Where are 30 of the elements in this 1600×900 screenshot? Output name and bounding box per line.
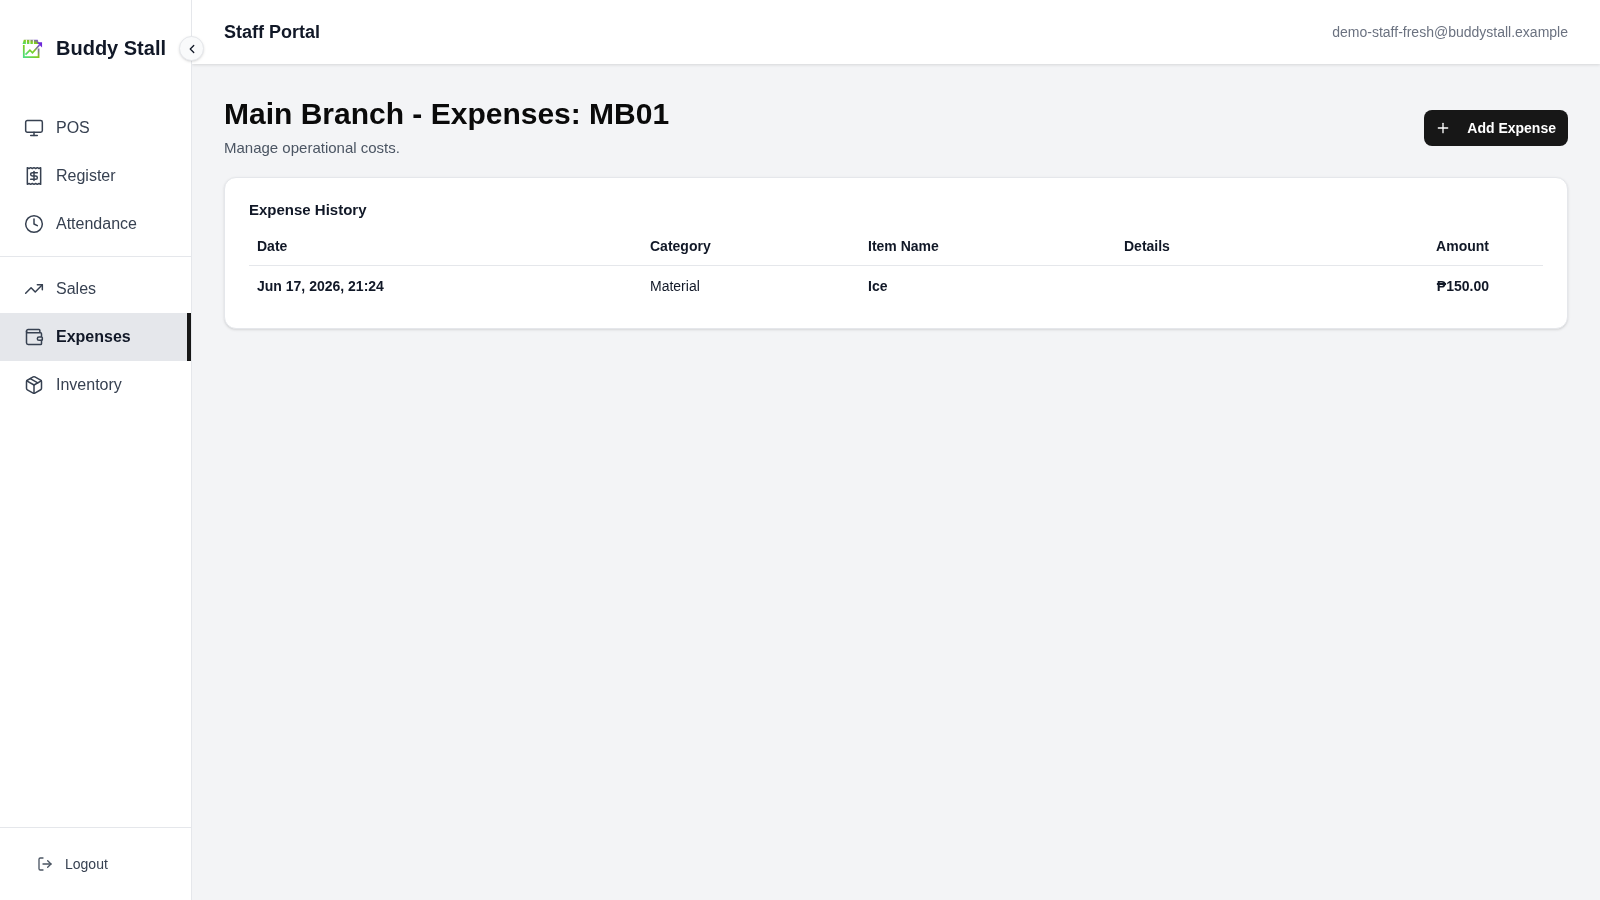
portal-title: Staff Portal bbox=[224, 21, 320, 44]
sidebar-item[interactable]: Sales bbox=[0, 265, 191, 313]
brand-name: Buddy Stall bbox=[56, 36, 166, 61]
column-header: Item Name bbox=[868, 237, 939, 254]
table-cell: ₱150.00 bbox=[1436, 278, 1489, 294]
column-header: Amount bbox=[1436, 237, 1489, 254]
sidebar-item[interactable]: Expenses bbox=[0, 313, 191, 361]
box-icon bbox=[24, 375, 44, 395]
table-cell: Jun 17, 2026, 21:24 bbox=[257, 278, 384, 294]
sidebar-item[interactable]: Register bbox=[0, 152, 191, 200]
shop-logo-icon bbox=[22, 38, 43, 58]
receipt-icon bbox=[24, 166, 44, 186]
sidebar-item[interactable]: Inventory bbox=[0, 361, 191, 409]
page-subtitle: Manage operational costs. bbox=[224, 138, 401, 158]
sidebar-item[interactable]: POS bbox=[0, 104, 191, 152]
column-header: Details bbox=[1124, 237, 1170, 254]
sidebar-item[interactable]: Attendance bbox=[0, 200, 191, 248]
user-email: demo-staff-fresh@buddystall.example bbox=[1332, 23, 1568, 42]
page-title: Main Branch - Expenses: MB01 bbox=[224, 96, 670, 132]
clock-icon bbox=[24, 214, 44, 234]
column-header: Date bbox=[257, 237, 288, 254]
table-cell: Ice bbox=[868, 278, 888, 294]
logout-button[interactable]: Logout bbox=[16, 844, 108, 884]
wallet-icon bbox=[24, 327, 44, 347]
card-title: Expense History bbox=[249, 200, 368, 220]
table-cell: Material bbox=[650, 278, 700, 294]
monitor-icon bbox=[24, 118, 44, 138]
column-header: Category bbox=[650, 237, 711, 254]
logout-icon bbox=[37, 856, 53, 872]
add-expense-button[interactable]: Add Expense bbox=[1424, 110, 1568, 146]
